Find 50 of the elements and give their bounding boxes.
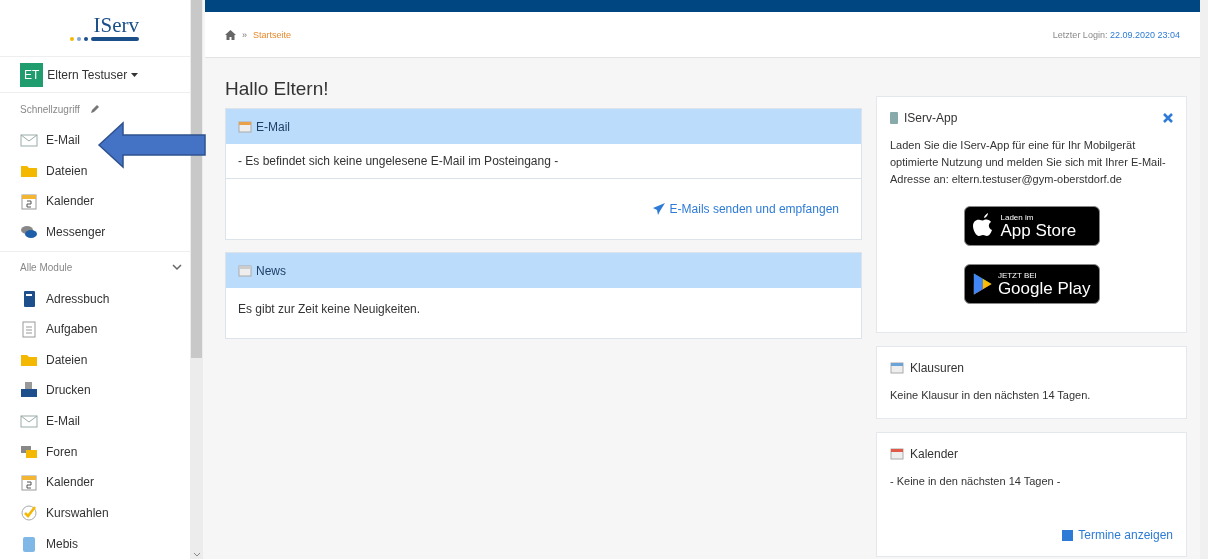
user-menu[interactable]: Eltern Testuser [47, 67, 139, 82]
user-avatar: ET [20, 62, 44, 87]
sidebar-item[interactable]: E-Mail [0, 124, 84, 156]
google-play-badge[interactable]: JETZT BEI Google Play [963, 264, 1100, 305]
section-title: Alle Module [20, 262, 73, 274]
mail-link[interactable]: E-Mails senden und empfangen [652, 202, 839, 216]
tablet-icon [20, 534, 38, 553]
chevron-icon[interactable] [172, 264, 182, 272]
greeting: Hallo Eltern! [225, 78, 330, 100]
card-message: - Keine in den nächsten 14 Tagen - [890, 474, 1062, 490]
scrollbar[interactable] [190, 0, 203, 559]
section-title: Schnellzugriff [20, 103, 80, 115]
phone-icon [890, 112, 898, 124]
sidebar-item[interactable]: Mebis [0, 528, 82, 559]
sidebar-item[interactable]: Aufgaben [0, 313, 102, 345]
printer-icon [20, 381, 38, 400]
sidebar-item[interactable]: Kalender [0, 185, 99, 217]
card-title: Kalender [890, 447, 959, 462]
play-triangle-icon [972, 272, 992, 297]
scrollbar[interactable] [1200, 0, 1208, 559]
sidebar-item[interactable]: Kalender [0, 467, 99, 498]
breadcrumb-separator: » [242, 29, 247, 40]
card-title: Klausuren [890, 361, 965, 376]
panel-title: News [256, 263, 286, 278]
sidebar-item[interactable]: Messenger [0, 216, 110, 248]
app-store-badge[interactable]: Laden im App Store [963, 206, 1100, 247]
chevron-icon [192, 552, 201, 557]
app-description: Laden Sie die IServ-App für eine für Ihr Mobilgerät optimierte Nutzung und melden Sie sich mit Ihrer E-Mail-Adresse an: eltern.testuser@gym-oberstdorf.de [890, 138, 1167, 188]
sidebar-item[interactable]: Foren [0, 436, 82, 468]
sidebar-item[interactable]: Adressbuch [0, 283, 114, 314]
sidebar-item[interactable]: Kurswahlen [0, 497, 113, 529]
sidebar-item[interactable]: Dateien [0, 344, 92, 376]
sidebar-item[interactable]: Drucken [0, 375, 95, 406]
card-title: IServ-App [890, 111, 958, 125]
iserv-logo: IServ [51, 14, 139, 42]
calendar-link[interactable]: Termine anzeigen [1062, 528, 1173, 543]
card-message: Keine Klausur in den nächsten 14 Tagen. [890, 388, 1092, 404]
home-icon[interactable] [225, 29, 236, 40]
paper-plane-icon [652, 203, 665, 215]
sidebar-item[interactable]: Dateien [0, 155, 92, 186]
caret-icon [131, 72, 139, 77]
panel-message: Es gibt zur Zeit keine Neuigkeiten. [237, 301, 422, 318]
panel-message: - Es befindet sich keine ungelesene E-Mail im Posteingang - [226, 144, 861, 179]
clipboard-icon [20, 320, 38, 339]
checkmark-circle-icon [20, 504, 38, 523]
close-button[interactable] [1163, 111, 1173, 125]
panel-title: E-Mail [256, 119, 290, 134]
sidebar-item[interactable]: E-Mail [0, 405, 84, 437]
last-login: Letzter Login: 22.09.2020 23:04 [1052, 29, 1180, 40]
pencil-icon[interactable] [89, 104, 100, 114]
